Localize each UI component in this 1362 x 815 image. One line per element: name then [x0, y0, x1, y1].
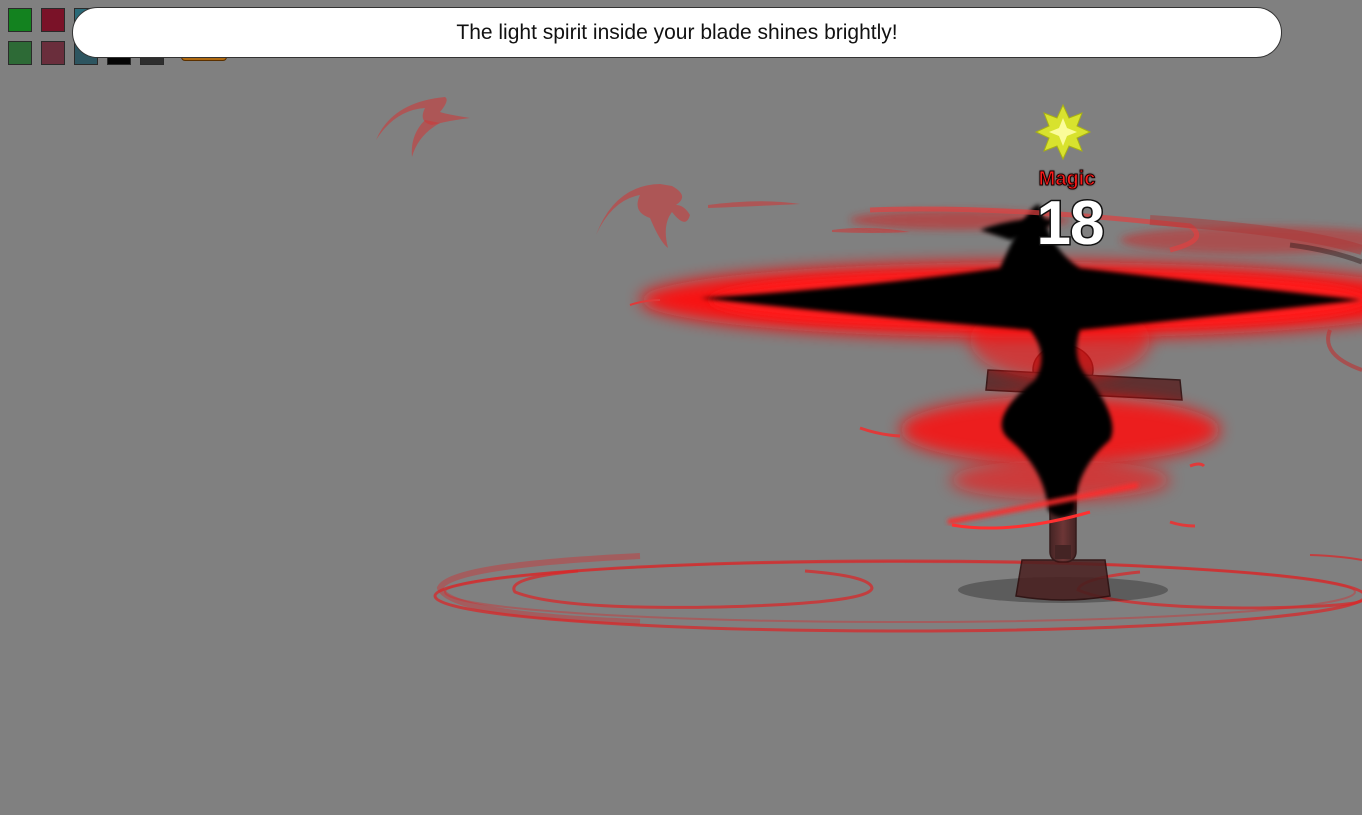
light-star-icon: [1034, 103, 1092, 161]
slash-wisps: [376, 97, 910, 248]
swatch-dark-rose[interactable]: [41, 41, 65, 65]
swatch-dark-green[interactable]: [8, 41, 32, 65]
ground-rings: [433, 553, 1362, 633]
battle-scene: [376, 97, 1362, 633]
battle-stage: The light spirit inside your blade shine…: [0, 0, 1362, 815]
swatch-crimson[interactable]: [41, 8, 65, 32]
battle-message-banner: The light spirit inside your blade shine…: [72, 7, 1282, 58]
damage-value: 18: [1035, 188, 1106, 260]
battle-message-text: The light spirit inside your blade shine…: [456, 20, 898, 44]
swatch-green[interactable]: [8, 8, 32, 32]
dark-magic-effect: [629, 204, 1362, 530]
